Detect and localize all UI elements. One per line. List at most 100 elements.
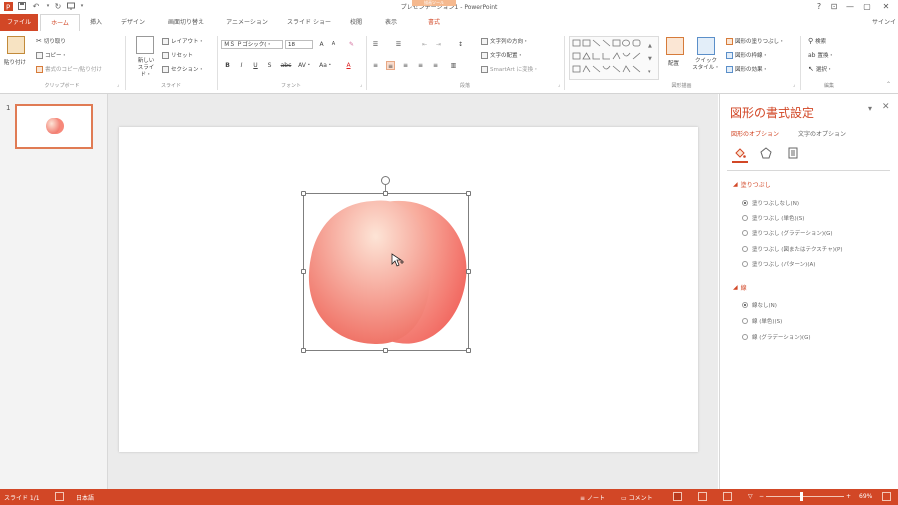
new-slide-button[interactable]: 新しい スライド・: [133, 58, 159, 79]
line-section-header[interactable]: ◢ 線: [733, 283, 747, 292]
help-button[interactable]: ?: [812, 1, 826, 13]
tab-shape-options[interactable]: 図形のオプション: [731, 129, 779, 138]
align-text-button[interactable]: 文字の配置・: [481, 51, 523, 59]
font-name-combo[interactable]: ＭＳ Ｐゴシック(・: [221, 40, 283, 49]
increase-indent-button[interactable]: ⇥: [434, 40, 443, 49]
zoom-in-button[interactable]: +: [846, 493, 851, 500]
quick-styles-icon[interactable]: [697, 37, 715, 55]
minimize-button[interactable]: —: [843, 1, 857, 13]
align-right-button[interactable]: ≡: [401, 61, 410, 70]
font-launcher-icon[interactable]: ⌟: [360, 82, 362, 88]
collapse-ribbon-icon[interactable]: ⌃: [886, 81, 891, 88]
fill-section-header[interactable]: ◢ 塗りつぶし: [733, 180, 771, 189]
find-button[interactable]: ⚲ 検索: [808, 37, 826, 45]
tab-design[interactable]: デザイン: [114, 14, 152, 31]
smartart-convert-button[interactable]: SmartArt に変換・: [481, 65, 539, 73]
resize-handle-ne[interactable]: [466, 191, 471, 196]
layout-button[interactable]: レイアウト・: [162, 37, 204, 45]
drawing-launcher-icon[interactable]: ⌟: [793, 82, 795, 88]
tab-slideshow[interactable]: スライド ショー: [281, 14, 337, 31]
spelling-check-icon[interactable]: [55, 492, 64, 501]
shrink-font-button[interactable]: A: [329, 40, 338, 49]
pane-options-icon[interactable]: ▾: [868, 104, 872, 113]
decrease-indent-button[interactable]: ⇤: [420, 40, 429, 49]
zoom-out-button[interactable]: −: [759, 493, 764, 500]
numbering-button[interactable]: ☰: [394, 40, 403, 49]
shapes-gallery[interactable]: ▲ ▼ ▾: [569, 36, 659, 80]
section-button[interactable]: セクション・: [162, 65, 204, 73]
resize-handle-sw[interactable]: [301, 348, 306, 353]
resize-handle-s[interactable]: [383, 348, 388, 353]
line-option-none[interactable]: 線なし(N): [742, 301, 777, 309]
bullets-button[interactable]: ☰: [371, 40, 380, 49]
line-option-gradient[interactable]: 線 (グラデーション)(G): [742, 333, 810, 341]
normal-view-icon[interactable]: [673, 492, 682, 501]
paste-icon[interactable]: [7, 36, 25, 54]
distributed-button[interactable]: ≡: [431, 61, 440, 70]
change-case-button[interactable]: Aa・: [317, 61, 335, 70]
tab-insert[interactable]: 挿入: [82, 14, 110, 31]
text-shadow-button[interactable]: S: [265, 61, 274, 70]
new-slide-icon[interactable]: [136, 36, 154, 54]
slideshow-view-icon[interactable]: ▽: [748, 493, 753, 500]
shape-fill-button[interactable]: 図形の塗りつぶし・: [726, 37, 785, 45]
tab-view[interactable]: 表示: [377, 14, 405, 31]
size-properties-icon[interactable]: [786, 146, 800, 160]
justify-button[interactable]: ≡: [416, 61, 425, 70]
tab-home[interactable]: ホーム: [40, 14, 80, 32]
arrange-icon[interactable]: [666, 37, 684, 55]
paste-button[interactable]: 貼り付け: [4, 58, 26, 66]
fill-option-picture[interactable]: 塗りつぶし (図またはテクスチャ)(P): [742, 245, 842, 253]
resize-handle-nw[interactable]: [301, 191, 306, 196]
character-spacing-button[interactable]: AV・: [296, 61, 314, 70]
text-direction-button[interactable]: 文字列の方向・: [481, 37, 529, 45]
font-color-button[interactable]: A: [344, 61, 353, 70]
comments-button[interactable]: ▭ コメント: [621, 493, 653, 502]
zoom-slider[interactable]: [766, 496, 844, 497]
tab-review[interactable]: 校閲: [342, 14, 370, 31]
underline-button[interactable]: U: [251, 61, 260, 70]
font-size-combo[interactable]: 18: [285, 40, 313, 49]
rotate-handle[interactable]: [381, 176, 390, 185]
line-spacing-button[interactable]: ↕: [456, 40, 465, 49]
arrange-button[interactable]: 配置: [668, 59, 679, 67]
select-button[interactable]: ↖ 選択・: [808, 65, 832, 73]
slide-thumbnail[interactable]: [15, 104, 93, 149]
fill-option-gradient[interactable]: 塗りつぶし (グラデーション)(G): [742, 229, 833, 237]
fill-option-solid[interactable]: 塗りつぶし (単色)(S): [742, 214, 804, 222]
effects-pentagon-icon[interactable]: [759, 146, 773, 160]
fill-and-line-icon[interactable]: [733, 146, 747, 160]
tab-format[interactable]: 書式: [411, 14, 457, 31]
strikethrough-button[interactable]: abc: [279, 61, 293, 70]
clipboard-launcher-icon[interactable]: ⌟: [117, 82, 119, 88]
resize-handle-se[interactable]: [466, 348, 471, 353]
pane-close-icon[interactable]: ✕: [882, 102, 890, 112]
close-button[interactable]: ✕: [879, 1, 893, 13]
reading-view-icon[interactable]: [723, 492, 732, 501]
ribbon-display-options-button[interactable]: ⊡: [827, 1, 841, 13]
restore-button[interactable]: ▢: [860, 1, 874, 13]
zoom-level[interactable]: 69%: [859, 493, 872, 500]
align-center-button[interactable]: ≡: [386, 61, 395, 70]
grow-font-button[interactable]: A: [317, 40, 326, 49]
language-status[interactable]: 日本語: [76, 493, 94, 502]
resize-handle-n[interactable]: [383, 191, 388, 196]
columns-button[interactable]: ▥: [449, 61, 458, 70]
tab-text-options[interactable]: 文字のオプション: [798, 129, 846, 138]
align-left-button[interactable]: ≡: [371, 61, 380, 70]
tab-transitions[interactable]: 画面切り替え: [158, 14, 214, 31]
format-painter-button[interactable]: 書式のコピー/貼り付け: [36, 65, 102, 73]
tab-file[interactable]: ファイル: [0, 14, 38, 31]
reset-button[interactable]: リセット: [162, 51, 193, 59]
shape-effects-button[interactable]: 図形の効果・: [726, 65, 768, 73]
fit-to-window-icon[interactable]: [882, 492, 891, 501]
notes-button[interactable]: ≡ ノート: [580, 493, 605, 502]
italic-button[interactable]: I: [237, 61, 246, 70]
paragraph-launcher-icon[interactable]: ⌟: [558, 82, 560, 88]
resize-handle-e[interactable]: [466, 269, 471, 274]
tab-animations[interactable]: アニメーション: [220, 14, 274, 31]
fill-option-none[interactable]: 塗りつぶしなし(N): [742, 199, 799, 207]
quick-styles-button[interactable]: クイック スタイル・: [690, 58, 722, 72]
replace-button[interactable]: ab 置換・: [808, 51, 834, 60]
slide-sorter-view-icon[interactable]: [698, 492, 707, 501]
